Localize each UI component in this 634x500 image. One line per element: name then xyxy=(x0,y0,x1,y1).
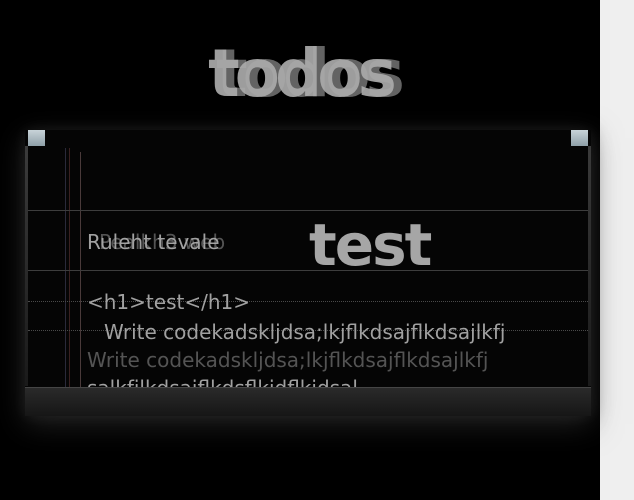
corner-tab-left xyxy=(28,130,45,146)
row-divider xyxy=(28,210,588,211)
toggle-column-line xyxy=(80,152,81,404)
row-divider xyxy=(28,270,588,271)
todo-app: todos todos test Pealkh3 web Ruleht teva… xyxy=(0,0,600,500)
todo-label[interactable]: Write codekadskljdsa;lkjflkdsajflkdsajlk… xyxy=(104,320,505,344)
todo-label[interactable]: Ruleht tevale xyxy=(87,230,220,254)
panel-footer xyxy=(25,387,591,416)
corner-tab-right xyxy=(571,130,588,146)
panel-left-edge xyxy=(25,146,28,386)
preview-heading: test xyxy=(309,211,432,279)
app-title: todos xyxy=(208,35,397,112)
todo-label[interactable]: <h1>test</h1> xyxy=(87,290,250,314)
margin-line xyxy=(69,148,70,416)
todo-list-panel: test Pealkh3 web Ruleht tevale <h1>test<… xyxy=(25,130,591,416)
todo-label-overlap[interactable]: Write codekadskljdsa;lkjflkdsajflkdsajlk… xyxy=(87,348,488,372)
panel-right-edge xyxy=(588,146,591,386)
margin-line xyxy=(65,148,66,416)
